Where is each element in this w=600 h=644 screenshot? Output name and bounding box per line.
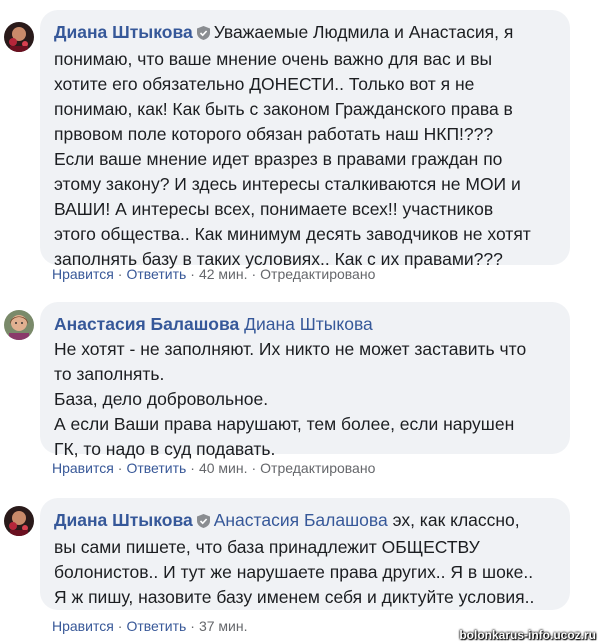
separator: · [190, 460, 195, 476]
separator: · [190, 266, 195, 282]
reply-button[interactable]: Ответить [126, 266, 186, 282]
timestamp[interactable]: 37 мин. [199, 618, 248, 634]
shield-icon [196, 510, 210, 535]
shield-icon [196, 22, 210, 47]
avatar[interactable] [4, 310, 34, 340]
comment-line: вы сами пишете, что база принадлежит ОБЩ… [54, 537, 480, 557]
comment-line: База, дело добровольное. [54, 389, 269, 409]
comment-line: этого общества.. Как минимум десять заво… [54, 224, 531, 244]
comment-line: ГК, то надо в суд подавать. [54, 439, 276, 459]
timestamp[interactable]: 40 мин. [199, 460, 248, 476]
comment-author[interactable]: Анастасия Балашова [54, 314, 239, 334]
comment-author[interactable]: Диана Штыкова [54, 22, 193, 42]
comment-line: этому закону? И здесь интересы сталкиваю… [54, 174, 521, 194]
comment-line: то заполнять. [54, 364, 165, 384]
avatar[interactable] [4, 506, 34, 536]
comment-line: хотите его обязательно ДОНЕСТИ.. Только … [54, 74, 475, 94]
comment-line: понимаю, что ваше мнение очень важно для… [54, 49, 493, 69]
watermark: bolonkarus-info.ucoz.ru [459, 628, 596, 642]
comment-line: Если ваше мнение идет вразрез в правами … [54, 149, 503, 169]
comment-bubble: Анастасия Балашова Диана Штыкова Не хотя… [40, 302, 570, 459]
separator: · [190, 618, 195, 634]
comment-line: Уважаемые Людмила и Анастасия, я [213, 22, 514, 42]
comment-author[interactable]: Диана Штыкова [54, 510, 193, 530]
edited-label[interactable]: Отредактировано [260, 460, 375, 476]
comment-actions: Нравится · Ответить · 40 мин. · Отредактирован… [52, 460, 375, 476]
comment-line: ВАШИ! А интересы всех, понимаете всех!! … [54, 199, 494, 219]
like-button[interactable]: Нравится [52, 618, 114, 634]
reply-button[interactable]: Ответить [126, 618, 186, 634]
edited-label[interactable]: Отредактировано [260, 266, 375, 282]
timestamp[interactable]: 42 мин. [199, 266, 248, 282]
comment-bubble: Диана Штыкова Анастасия Балашова эх, как … [40, 498, 570, 610]
separator: · [117, 266, 123, 282]
comment-actions: Нравится · Ответить · 37 мин. [52, 618, 248, 634]
comment-line: Не хотят - не заполняют. Их никто не мож… [54, 339, 527, 359]
comment-actions: Нравится · Ответить · 42 мин. · Отредактирован… [52, 266, 375, 282]
mention-link[interactable]: Анастасия Балашова [214, 510, 388, 530]
separator: · [251, 266, 257, 282]
comment-line: А если Ваши права нарушают, тем более, е… [54, 414, 515, 434]
comment-bubble: Диана Штыкова Уважаемые Людмила и Анастас… [40, 10, 570, 269]
separator: · [117, 618, 123, 634]
comment-line: понимаю, как! Как быть с законом Граждан… [54, 99, 513, 119]
like-button[interactable]: Нравится [52, 460, 114, 476]
separator: · [251, 460, 257, 476]
avatar[interactable] [4, 22, 34, 52]
comment-line: эх, как классно, [392, 510, 520, 530]
reply-button[interactable]: Ответить [126, 460, 186, 476]
comment-line: болонистов.. И тут же нарушаете права др… [54, 562, 534, 582]
separator: · [117, 460, 123, 476]
like-button[interactable]: Нравится [52, 266, 114, 282]
mention-link[interactable]: Диана Штыкова [244, 314, 373, 334]
comment-line: Я ж пишу, назовите базу именем себя и ди… [54, 587, 535, 607]
comment-line: првовом поле которого обязан работать на… [54, 124, 494, 144]
